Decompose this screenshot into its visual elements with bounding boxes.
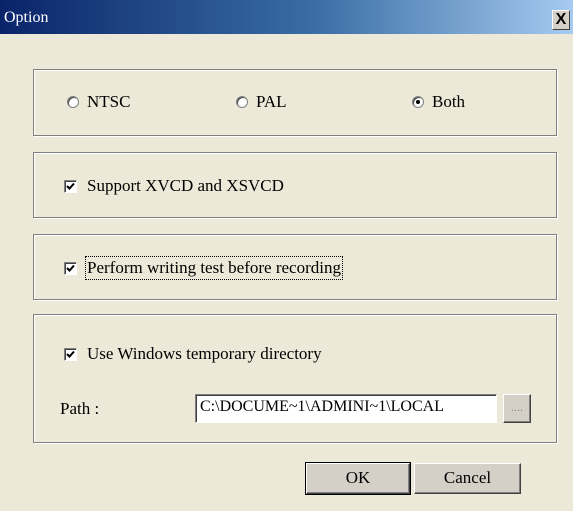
radio-ntsc[interactable]: NTSC (67, 92, 130, 112)
temp-directory-group (33, 314, 557, 443)
radio-both-label: Both (432, 92, 466, 111)
path-label: Path : (60, 399, 100, 418)
radio-both[interactable]: Both (412, 92, 465, 112)
radio-ntsc-label: NTSC (87, 92, 131, 111)
radio-ntsc-button[interactable] (67, 96, 79, 108)
close-button[interactable]: X (552, 10, 570, 30)
window-title: Option (4, 9, 49, 26)
radio-pal-label: PAL (256, 92, 287, 111)
browse-button[interactable]: .... (503, 394, 531, 423)
option-dialog: Option X NTSC PAL Both Support XVCD and … (0, 0, 573, 511)
checkmark-icon (66, 264, 75, 272)
temp-dir-box[interactable] (64, 347, 77, 361)
radio-pal-button[interactable] (236, 96, 248, 108)
radio-pal[interactable]: PAL (236, 92, 287, 112)
checkmark-icon (66, 350, 75, 358)
title-bar[interactable]: Option X (0, 0, 573, 34)
close-icon: X (555, 11, 567, 28)
support-xvcd-box[interactable] (64, 179, 77, 193)
radio-both-button[interactable] (412, 96, 424, 108)
temp-dir-checkbox[interactable]: Use Windows temporary directory (64, 344, 322, 364)
writing-test-label: Perform writing test before recording (85, 256, 343, 280)
writing-test-checkbox[interactable]: Perform writing test before recording (64, 256, 343, 280)
path-input[interactable]: C:\DOCUME~1\ADMINI~1\LOCAL (195, 394, 497, 423)
temp-dir-label: Use Windows temporary directory (87, 344, 322, 363)
writing-test-box[interactable] (64, 261, 77, 275)
cancel-button[interactable]: Cancel (414, 463, 521, 494)
support-xvcd-checkbox[interactable]: Support XVCD and XSVCD (64, 176, 284, 196)
ok-button[interactable]: OK (305, 462, 411, 495)
support-xvcd-label: Support XVCD and XSVCD (87, 176, 284, 195)
checkmark-icon (66, 182, 75, 190)
